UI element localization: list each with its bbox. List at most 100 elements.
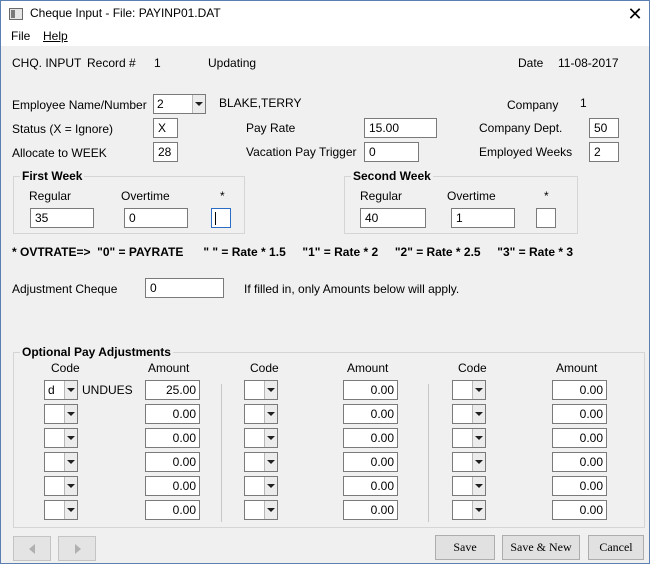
- adjustment-amount-input[interactable]: 0.00: [343, 380, 398, 400]
- adjustment-code-combo[interactable]: d: [44, 380, 78, 400]
- first-week-regular-input[interactable]: 35: [30, 208, 94, 228]
- employee-number-combo[interactable]: 2: [153, 94, 206, 114]
- adjustment-description: UNDUES: [82, 383, 133, 397]
- title-bar: Cheque Input - File: PAYINP01.DAT ✕: [1, 1, 649, 27]
- amount-header: Amount: [347, 361, 389, 375]
- second-week-star-input[interactable]: [536, 208, 556, 228]
- chevron-down-icon[interactable]: [64, 477, 77, 495]
- adjustment-code-combo[interactable]: [244, 380, 278, 400]
- next-record-button[interactable]: [58, 536, 96, 561]
- first-week-star-input[interactable]: [211, 208, 231, 228]
- chevron-down-icon[interactable]: [264, 453, 277, 471]
- cancel-button[interactable]: Cancel: [588, 535, 644, 560]
- adjustment-code-combo[interactable]: [244, 500, 278, 520]
- adjustment-cheque-input[interactable]: 0: [145, 278, 224, 298]
- pay-rate-input[interactable]: 15.00: [364, 118, 437, 138]
- chevron-down-icon[interactable]: [264, 477, 277, 495]
- employed-weeks-label: Employed Weeks: [479, 145, 573, 159]
- optional-adjustments-group: [13, 352, 645, 528]
- chevron-down-icon[interactable]: [264, 405, 277, 423]
- adjustment-amount-input[interactable]: 0.00: [145, 452, 200, 472]
- employee-number-value: 2: [157, 97, 164, 111]
- chevron-down-icon[interactable]: [472, 381, 485, 399]
- chevron-down-icon[interactable]: [64, 429, 77, 447]
- employed-weeks-input[interactable]: 2: [589, 142, 619, 162]
- adjustment-amount-input[interactable]: 0.00: [343, 476, 398, 496]
- chevron-down-icon[interactable]: [64, 381, 77, 399]
- menu-file[interactable]: File: [11, 29, 30, 43]
- chevron-down-icon[interactable]: [264, 381, 277, 399]
- company-dept-label: Company Dept.: [479, 121, 563, 135]
- next-arrow-icon: [75, 544, 81, 554]
- chevron-down-icon[interactable]: [472, 405, 485, 423]
- adjustment-code-combo[interactable]: [244, 476, 278, 496]
- menu-help[interactable]: Help: [43, 29, 68, 43]
- chevron-down-icon[interactable]: [264, 429, 277, 447]
- adjustment-code-combo[interactable]: [244, 404, 278, 424]
- pay-rate-label: Pay Rate: [246, 121, 296, 135]
- adjustment-code-combo[interactable]: [44, 476, 78, 496]
- second-week-overtime-input[interactable]: 1: [451, 208, 515, 228]
- chevron-down-icon[interactable]: [472, 477, 485, 495]
- text-caret: [215, 212, 216, 225]
- adjustment-code-combo[interactable]: [452, 500, 486, 520]
- first-week-title: First Week: [20, 169, 85, 183]
- amount-header: Amount: [556, 361, 598, 375]
- adjustment-amount-input[interactable]: 0.00: [552, 404, 607, 424]
- adjustment-amount-input[interactable]: 0.00: [552, 476, 607, 496]
- status-input[interactable]: X: [153, 118, 178, 138]
- chevron-down-icon[interactable]: [64, 501, 77, 519]
- adjustment-code-combo[interactable]: [244, 428, 278, 448]
- chevron-down-icon[interactable]: [264, 501, 277, 519]
- allocate-week-input[interactable]: 28: [153, 142, 178, 162]
- date-label: Date: [518, 56, 544, 70]
- chevron-down-icon[interactable]: [64, 405, 77, 423]
- adjustment-amount-input[interactable]: 0.00: [552, 428, 607, 448]
- chevron-down-icon[interactable]: [192, 95, 205, 113]
- adjustment-amount-input[interactable]: 0.00: [343, 500, 398, 520]
- adjustment-amount-input[interactable]: 0.00: [343, 404, 398, 424]
- adjustment-code-combo[interactable]: [452, 404, 486, 424]
- adjustment-code-combo[interactable]: [44, 404, 78, 424]
- adjustment-amount-input[interactable]: 25.00: [145, 380, 200, 400]
- form-code: CHQ. INPUT: [12, 56, 82, 70]
- menu-bar: File Help: [1, 27, 649, 46]
- company-dept-input[interactable]: 50: [589, 118, 619, 138]
- adjustment-code-combo[interactable]: [244, 452, 278, 472]
- chevron-down-icon[interactable]: [472, 501, 485, 519]
- adjustment-amount-input[interactable]: 0.00: [145, 500, 200, 520]
- adjustment-amount-input[interactable]: 0.00: [343, 452, 398, 472]
- second-week-regular-label: Regular: [360, 189, 403, 203]
- allocate-week-label: Allocate to WEEK: [12, 146, 107, 160]
- vacation-pay-input[interactable]: 0: [364, 142, 419, 162]
- adjustment-note: If filled in, only Amounts below will ap…: [244, 282, 460, 296]
- employee-name-label: Employee Name/Number: [12, 98, 147, 112]
- adjustment-code-combo[interactable]: [44, 452, 78, 472]
- adjustment-amount-input[interactable]: 0.00: [552, 380, 607, 400]
- adjustment-code-combo[interactable]: [452, 476, 486, 496]
- adjustment-amount-input[interactable]: 0.00: [552, 452, 607, 472]
- first-week-overtime-label: Overtime: [121, 189, 170, 203]
- prev-record-button[interactable]: [13, 536, 51, 561]
- adjustment-code-combo[interactable]: [452, 428, 486, 448]
- adjustment-amount-input[interactable]: 0.00: [145, 476, 200, 496]
- adjustment-amount-input[interactable]: 0.00: [145, 404, 200, 424]
- adjustment-code-combo[interactable]: [452, 452, 486, 472]
- save-and-new-button[interactable]: Save & New: [502, 535, 580, 560]
- close-icon[interactable]: ✕: [621, 3, 649, 25]
- chevron-down-icon[interactable]: [64, 453, 77, 471]
- adjustment-code-combo[interactable]: [452, 380, 486, 400]
- chevron-down-icon[interactable]: [472, 429, 485, 447]
- amount-header: Amount: [148, 361, 190, 375]
- adjustment-amount-input[interactable]: 0.00: [343, 428, 398, 448]
- first-week-regular-label: Regular: [29, 189, 72, 203]
- first-week-overtime-input[interactable]: 0: [124, 208, 188, 228]
- chevron-down-icon[interactable]: [472, 453, 485, 471]
- adjustment-amount-input[interactable]: 0.00: [552, 500, 607, 520]
- second-week-regular-input[interactable]: 40: [360, 208, 426, 228]
- column-divider: [428, 384, 429, 522]
- save-button[interactable]: Save: [435, 535, 495, 560]
- adjustment-code-combo[interactable]: [44, 428, 78, 448]
- adjustment-code-combo[interactable]: [44, 500, 78, 520]
- adjustment-amount-input[interactable]: 0.00: [145, 428, 200, 448]
